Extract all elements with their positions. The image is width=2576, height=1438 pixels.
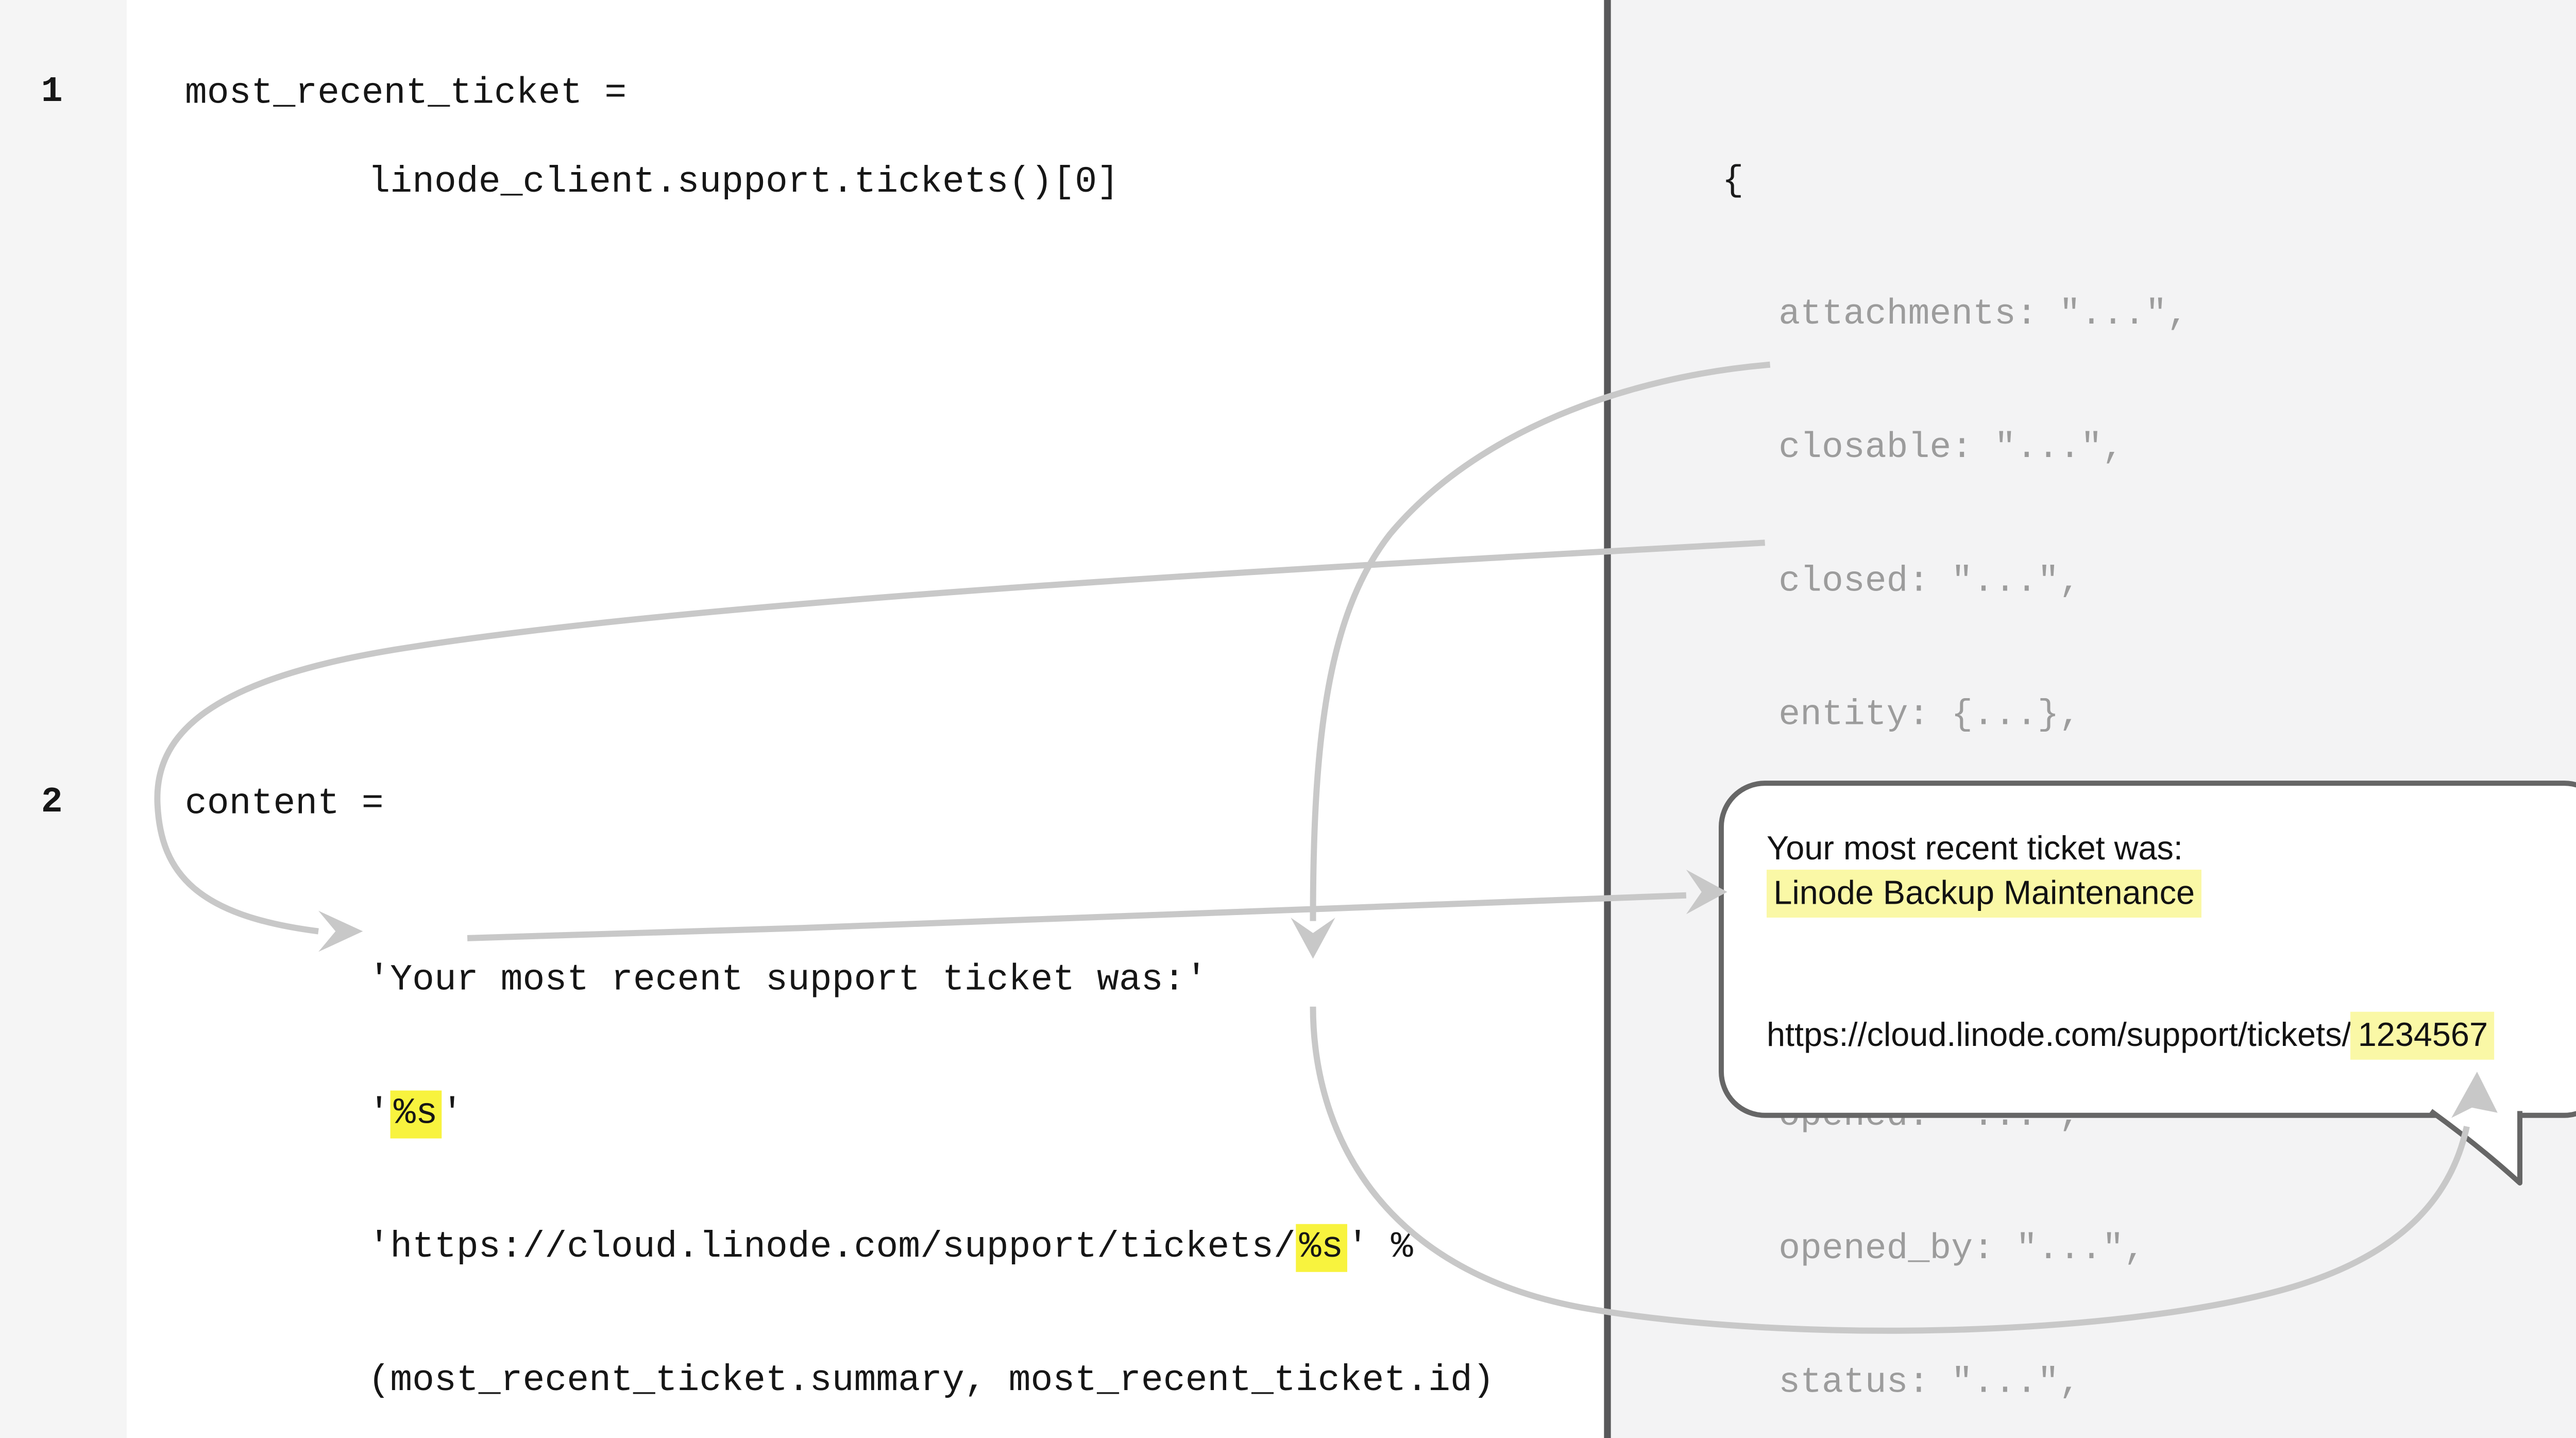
object-field-closed: closed: "...", [1722, 562, 2576, 606]
line-number-1: 1 [41, 72, 63, 116]
object-field-opened-by: opened_by: "...", [1722, 1229, 2576, 1274]
bubble-summary-highlight: Linode Backup Maintenance [1767, 870, 2201, 918]
line-number-2: 2 [41, 782, 63, 826]
bubble-url-prefix: https://cloud.linode.com/support/tickets… [1767, 1017, 2351, 1055]
arrowhead-right-icon [318, 911, 363, 952]
quote-open: ' [368, 1094, 390, 1135]
placeholder-id: %s [1296, 1224, 1347, 1272]
quote-close: ' [441, 1094, 463, 1135]
object-field-attachments: attachments: "...", [1722, 295, 2576, 339]
code-string-1: 'Your most recent support ticket was:' [368, 959, 1494, 1003]
object-field-entity: entity: {...}, [1722, 695, 2576, 739]
object-field-status: status: "...", [1722, 1363, 2576, 1407]
code-line2-assignment: content = [185, 782, 384, 826]
output-speech-bubble: Your most recent ticket was: Linode Back… [1719, 781, 2576, 1118]
code-line1-assignment: most_recent_ticket = [185, 72, 626, 116]
placeholder-summary: %s [390, 1091, 441, 1139]
code-string-3: 'https://cloud.linode.com/support/ticket… [368, 1226, 1494, 1270]
url-string-suffix: ' % [1347, 1227, 1413, 1268]
code-string-2: '%s' [368, 1092, 1494, 1137]
scale-wrapper: 1 2 most_recent_ticket = linode_client.s… [0, 0, 2576, 1438]
url-string-prefix: 'https://cloud.linode.com/support/ticket… [368, 1227, 1296, 1268]
bubble-line-2: Linode Backup Maintenance [1767, 871, 2201, 916]
object-field-closable: closable: "...", [1722, 428, 2576, 472]
code-line1-value: linode_client.support.tickets()[0] [368, 161, 1119, 205]
object-open-brace: { [1722, 161, 2576, 205]
code-format-args: (most_recent_ticket.summary, most_recent… [368, 1359, 1494, 1403]
panel-divider [1604, 0, 1611, 1438]
bubble-line-1: Your most recent ticket was: [1767, 827, 2183, 871]
line-number-gutter [0, 0, 127, 1438]
code-annotation-figure: 1 2 most_recent_ticket = linode_client.s… [0, 0, 2576, 1438]
bubble-url-line: https://cloud.linode.com/support/tickets… [1767, 1013, 2495, 1058]
ticket-object-literal: { attachments: "...", closable: "...", c… [1722, 72, 2576, 1438]
code-line2-strings: 'Your most recent support ticket was:' '… [368, 870, 1494, 1438]
bubble-id-highlight: 1234567 [2351, 1012, 2495, 1060]
